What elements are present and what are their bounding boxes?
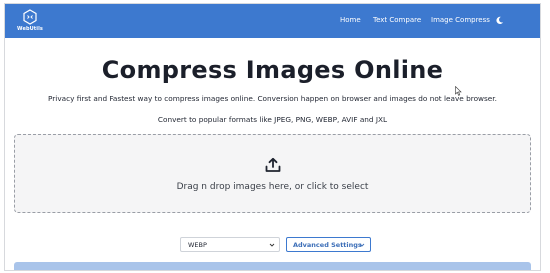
brand-logo[interactable]: WebUtils — [15, 9, 45, 35]
dropzone-text: Drag n drop images here, or click to sel… — [176, 182, 369, 192]
brand-name: WebUtils — [17, 26, 43, 32]
nav-text-compare-link[interactable]: Text Compare — [373, 16, 421, 24]
browser-viewport: WebUtils Home Text Compare Image Compres… — [4, 3, 541, 271]
chevron-down-icon — [269, 243, 275, 247]
moon-icon[interactable] — [495, 16, 504, 25]
nav-image-compress-link[interactable]: Image Compress — [431, 16, 490, 24]
upload-icon — [265, 157, 281, 172]
hexagon-logo-icon — [23, 9, 37, 25]
advanced-settings-button[interactable]: Advanced Settings — [286, 237, 371, 252]
navbar: WebUtils Home Text Compare Image Compres… — [5, 4, 540, 38]
formats-description: Convert to popular formats like JPEG, PN… — [157, 115, 388, 124]
image-dropzone[interactable]: Drag n drop images here, or click to sel… — [14, 134, 531, 213]
nav-home-link[interactable]: Home — [340, 16, 361, 24]
output-format-select[interactable]: WEBP — [180, 237, 280, 252]
advanced-settings-label: Advanced Settings — [293, 241, 362, 249]
output-format-value: WEBP — [188, 241, 207, 249]
mouse-cursor-icon — [455, 86, 462, 96]
compress-button[interactable] — [14, 262, 531, 270]
page-title: Compress Images Online — [101, 56, 444, 84]
chevron-down-icon — [359, 243, 365, 247]
